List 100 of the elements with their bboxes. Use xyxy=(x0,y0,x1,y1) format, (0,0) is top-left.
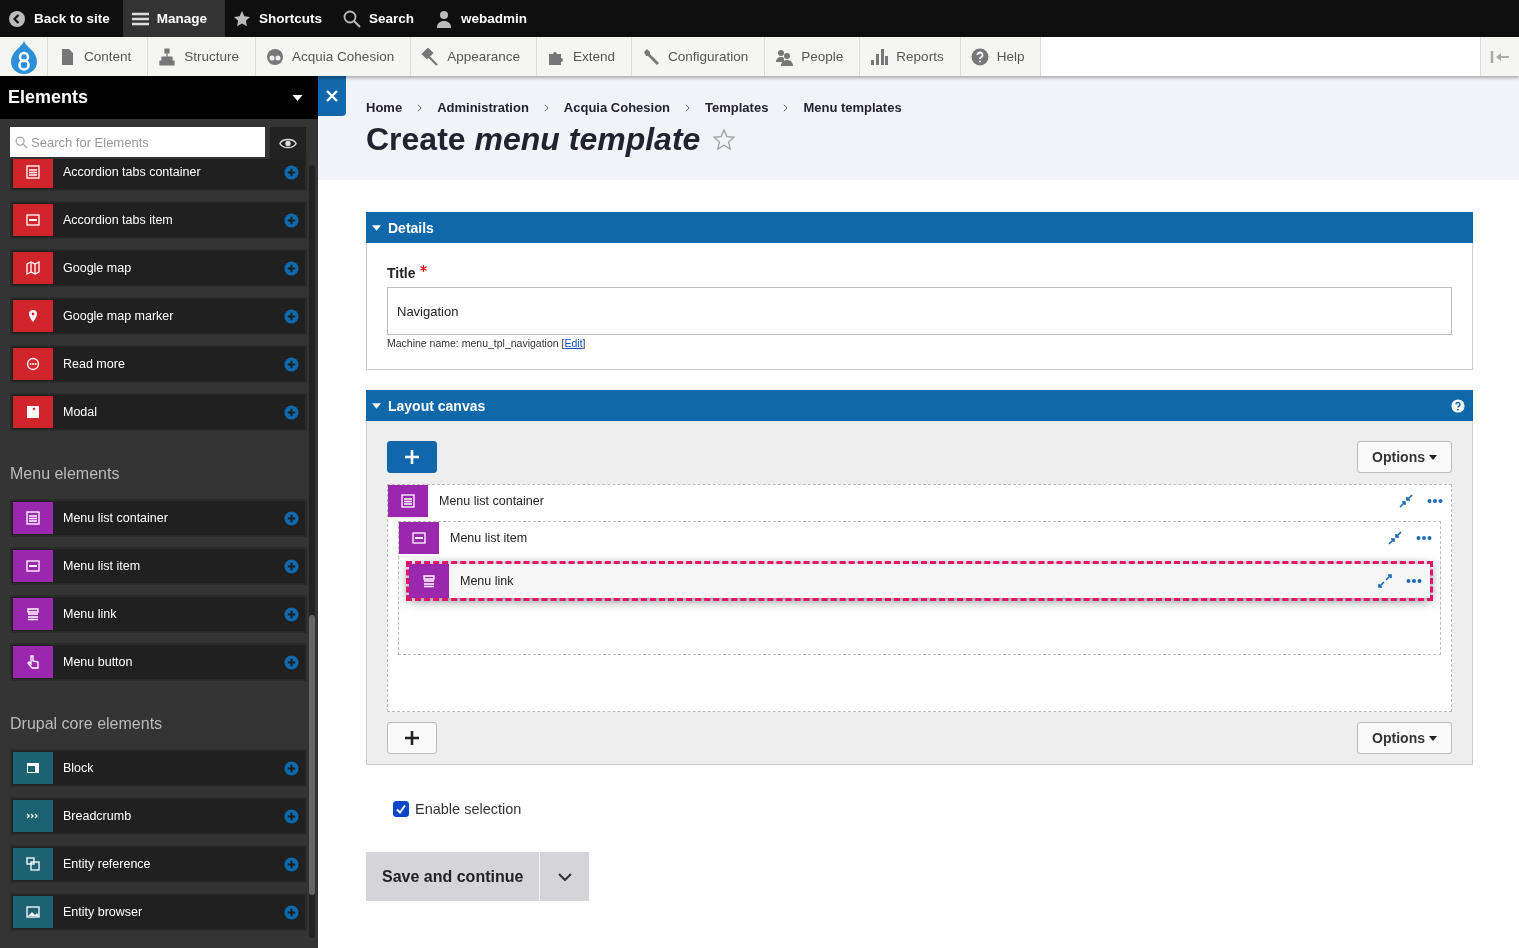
add-icon[interactable] xyxy=(284,404,299,420)
canvas-element-row[interactable]: Menu link xyxy=(409,564,1430,598)
collapse-icon[interactable] xyxy=(1388,531,1402,545)
group-heading: Menu elements xyxy=(10,464,121,484)
search-icon xyxy=(15,136,28,149)
add-icon[interactable] xyxy=(284,904,299,920)
element-list-item[interactable]: Accordion tabs container xyxy=(12,159,305,189)
element-icon xyxy=(24,163,42,181)
add-icon[interactable] xyxy=(284,760,299,776)
element-label: Menu list container xyxy=(438,494,545,508)
element-icon xyxy=(24,355,42,373)
element-list-item[interactable]: Google map marker xyxy=(12,299,305,333)
element-list-item[interactable]: Entity browser xyxy=(12,895,305,929)
element-list-item[interactable]: Entity reference xyxy=(12,847,305,881)
element-list-item[interactable]: Menu list container xyxy=(12,501,305,535)
breadcrumb-link[interactable]: Home xyxy=(366,100,403,115)
element-icon xyxy=(420,572,438,590)
caret-icon[interactable] xyxy=(292,94,303,101)
add-icon[interactable] xyxy=(284,260,299,276)
toolbar-tab[interactable]: webadmin xyxy=(427,0,541,37)
help-icon xyxy=(970,47,989,66)
element-list-item[interactable]: Menu link xyxy=(12,597,305,631)
toolbar-tab[interactable]: Shortcuts xyxy=(225,0,336,37)
visibility-button[interactable] xyxy=(270,127,306,159)
people-icon xyxy=(775,47,794,66)
save-button[interactable]: Save and continue xyxy=(366,852,541,901)
wrench-icon xyxy=(642,47,660,66)
add-button[interactable] xyxy=(387,722,437,754)
more-icon[interactable] xyxy=(1416,535,1432,541)
more-icon[interactable] xyxy=(1427,498,1443,504)
element-icon xyxy=(24,605,42,623)
toolbar-tab[interactable]: Search xyxy=(335,0,428,37)
machine-name-text: Machine name: menu_tpl_navigation [Edit] xyxy=(387,337,587,349)
close-icon xyxy=(326,90,338,102)
star-icon[interactable] xyxy=(712,127,737,152)
element-list-item[interactable]: Menu list item xyxy=(12,549,305,583)
options-button[interactable]: Options xyxy=(1357,441,1452,473)
close-button[interactable] xyxy=(318,76,346,116)
drop-logo-icon[interactable] xyxy=(9,39,38,74)
search-field[interactable]: Search for Elements xyxy=(10,127,265,157)
breadcrumb-link[interactable]: Acquia Cohesion xyxy=(563,100,671,115)
element-list-item[interactable]: Modal xyxy=(12,395,305,429)
caret-icon xyxy=(372,224,381,231)
eye-icon xyxy=(279,137,297,149)
element-list-item[interactable]: Google map xyxy=(12,251,305,285)
element-list-item[interactable]: Accordion tabs item xyxy=(12,203,305,237)
add-icon[interactable] xyxy=(284,808,299,824)
element-label: Menu list item xyxy=(449,531,529,545)
element-list-item[interactable]: Block xyxy=(12,751,305,785)
add-icon[interactable] xyxy=(284,164,299,180)
user-icon xyxy=(435,9,454,28)
add-icon[interactable] xyxy=(284,606,299,622)
scrollbar-thumb[interactable] xyxy=(309,615,315,895)
breadcrumb-link[interactable]: Menu templates xyxy=(803,100,902,115)
group-heading: Drupal core elements xyxy=(10,714,164,734)
element-list-item[interactable]: Breadcrumb xyxy=(12,799,305,833)
collapse-icon[interactable] xyxy=(1399,494,1413,508)
sidebar-title: Elements xyxy=(8,87,89,108)
help-icon[interactable] xyxy=(1451,398,1465,413)
element-icon xyxy=(24,509,42,527)
section-header[interactable]: Details xyxy=(366,212,1473,243)
plus-icon xyxy=(404,449,420,465)
bar-chart-icon xyxy=(870,47,889,66)
chevron-icon xyxy=(543,103,549,112)
chevron-icon xyxy=(417,103,423,112)
add-icon[interactable] xyxy=(284,308,299,324)
chevron-icon xyxy=(557,872,572,881)
hammer-icon xyxy=(421,47,440,66)
element-icon xyxy=(24,557,42,575)
toolbar-tab[interactable]: Back to site xyxy=(0,0,123,37)
edit-link[interactable]: Edit xyxy=(564,337,583,349)
collapse-sidebar-icon[interactable] xyxy=(1490,49,1510,64)
options-button[interactable]: Options xyxy=(1357,722,1452,754)
back-icon xyxy=(8,9,26,28)
add-icon[interactable] xyxy=(284,510,299,526)
caret-icon xyxy=(1429,454,1437,460)
add-icon[interactable] xyxy=(284,856,299,872)
breadcrumb-link[interactable]: Templates xyxy=(705,100,769,115)
chevron-icon xyxy=(783,103,789,112)
title-field[interactable]: Navigation xyxy=(387,287,1452,335)
add-icon[interactable] xyxy=(284,356,299,372)
checkbox[interactable] xyxy=(393,801,409,817)
caret-icon xyxy=(372,402,381,409)
more-icon[interactable] xyxy=(1406,578,1422,584)
add-icon[interactable] xyxy=(284,212,299,228)
element-icon xyxy=(24,259,42,277)
add-icon[interactable] xyxy=(284,654,299,670)
element-icon xyxy=(24,855,42,873)
toolbar-tab[interactable]: Manage xyxy=(122,0,226,37)
checkbox-label: Enable selection xyxy=(415,801,522,817)
element-icon xyxy=(24,903,42,921)
add-icon[interactable] xyxy=(284,558,299,574)
glasses-icon xyxy=(266,47,285,66)
element-list-item[interactable]: Menu button xyxy=(12,645,305,679)
element-icon xyxy=(410,529,428,547)
element-icon xyxy=(24,403,42,421)
expand-icon[interactable] xyxy=(1378,574,1392,588)
breadcrumb-link[interactable]: Administration xyxy=(437,100,529,115)
element-list-item[interactable]: Read more xyxy=(12,347,305,381)
section-header[interactable]: Layout canvas xyxy=(366,390,1473,421)
